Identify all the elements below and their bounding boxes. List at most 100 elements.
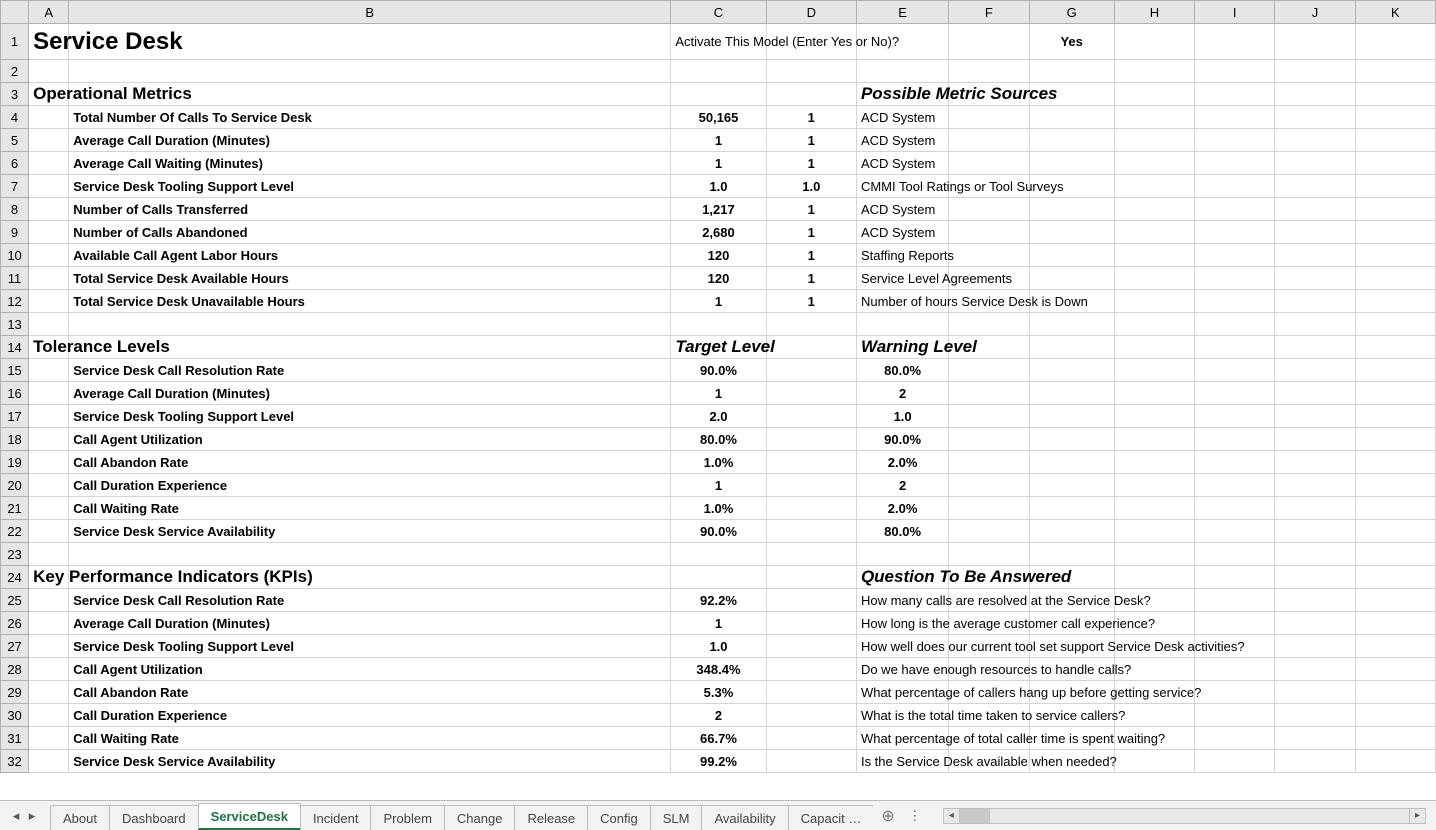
cell[interactable] <box>1114 382 1194 405</box>
kpi-question[interactable]: What is the total time taken to service … <box>856 704 948 727</box>
row-header[interactable]: 12 <box>1 290 29 313</box>
row-header[interactable]: 4 <box>1 106 29 129</box>
row-header[interactable]: 1 <box>1 24 29 60</box>
row-header[interactable]: 25 <box>1 589 29 612</box>
cell[interactable] <box>1355 221 1435 244</box>
cell[interactable] <box>1114 221 1194 244</box>
cell[interactable] <box>1355 152 1435 175</box>
cell[interactable] <box>1195 267 1275 290</box>
row-header[interactable]: 23 <box>1 543 29 566</box>
tol-target[interactable]: 2.0 <box>671 405 766 428</box>
cell[interactable] <box>1355 382 1435 405</box>
cell[interactable] <box>1029 198 1114 221</box>
cell[interactable] <box>1355 428 1435 451</box>
cell[interactable] <box>766 566 856 589</box>
cell[interactable] <box>949 129 1029 152</box>
metric-label[interactable]: Total Number Of Calls To Service Desk <box>69 106 671 129</box>
kpi-value[interactable]: 1.0 <box>671 635 766 658</box>
cell[interactable] <box>1275 589 1355 612</box>
cell[interactable] <box>1355 474 1435 497</box>
cell[interactable] <box>949 60 1029 83</box>
cell[interactable] <box>766 451 856 474</box>
cell[interactable] <box>1355 704 1435 727</box>
cell[interactable] <box>1029 543 1114 566</box>
cell[interactable] <box>1275 83 1355 106</box>
cell[interactable] <box>69 313 671 336</box>
cell[interactable] <box>1195 60 1275 83</box>
metric-value2[interactable]: 1 <box>766 198 856 221</box>
activate-prompt[interactable]: Activate This Model (Enter Yes or No)? <box>671 24 766 60</box>
cell[interactable] <box>1275 520 1355 543</box>
cell[interactable] <box>1029 152 1114 175</box>
cell[interactable] <box>29 221 69 244</box>
worksheet-area[interactable]: ABCDEFGHIJK 1Service DeskActivate This M… <box>0 0 1436 790</box>
col-header-A[interactable]: A <box>29 1 69 24</box>
cell[interactable] <box>1355 566 1435 589</box>
tol-warn[interactable]: 80.0% <box>856 359 948 382</box>
cell[interactable] <box>856 543 948 566</box>
cell[interactable] <box>1275 612 1355 635</box>
row-header[interactable]: 28 <box>1 658 29 681</box>
row-header[interactable]: 26 <box>1 612 29 635</box>
scroll-right-icon[interactable]: ▸ <box>1409 809 1425 823</box>
row-header[interactable]: 24 <box>1 566 29 589</box>
kpi-value[interactable]: 1 <box>671 612 766 635</box>
row-header[interactable]: 3 <box>1 83 29 106</box>
section-kpi[interactable]: Key Performance Indicators (KPIs) <box>29 566 69 589</box>
metric-label[interactable]: Total Service Desk Available Hours <box>69 267 671 290</box>
cell[interactable] <box>766 589 856 612</box>
sheet-tab-config[interactable]: Config <box>587 805 651 830</box>
cell[interactable] <box>29 727 69 750</box>
metric-value2[interactable]: 1 <box>766 106 856 129</box>
cell[interactable] <box>1275 543 1355 566</box>
cell[interactable] <box>1275 750 1355 773</box>
col-header-D[interactable]: D <box>766 1 856 24</box>
tol-target[interactable]: 90.0% <box>671 359 766 382</box>
row-header[interactable]: 13 <box>1 313 29 336</box>
metric-label[interactable]: Average Call Duration (Minutes) <box>69 129 671 152</box>
cell[interactable] <box>1114 152 1194 175</box>
metric-source[interactable]: ACD System <box>856 198 948 221</box>
cell[interactable] <box>1195 175 1275 198</box>
cell[interactable] <box>29 474 69 497</box>
cell[interactable] <box>1355 60 1435 83</box>
cell[interactable] <box>1355 359 1435 382</box>
kpi-label[interactable]: Call Duration Experience <box>69 704 671 727</box>
cell[interactable] <box>29 129 69 152</box>
metric-value2[interactable]: 1 <box>766 152 856 175</box>
cell[interactable] <box>1195 727 1275 750</box>
tol-label[interactable]: Service Desk Service Availability <box>69 520 671 543</box>
cell[interactable] <box>1195 750 1275 773</box>
cell[interactable] <box>1029 106 1114 129</box>
cell[interactable] <box>29 382 69 405</box>
cell[interactable] <box>1195 612 1275 635</box>
cell[interactable] <box>29 313 69 336</box>
sheet-tab-incident[interactable]: Incident <box>300 805 372 830</box>
row-header[interactable]: 21 <box>1 497 29 520</box>
cell[interactable] <box>1275 290 1355 313</box>
tol-label[interactable]: Call Abandon Rate <box>69 451 671 474</box>
tol-warn-hdr[interactable]: Warning Level <box>856 336 948 359</box>
cell[interactable] <box>1114 497 1194 520</box>
kpi-value[interactable]: 99.2% <box>671 750 766 773</box>
cell[interactable] <box>1195 497 1275 520</box>
tol-warn[interactable]: 80.0% <box>856 520 948 543</box>
cell[interactable] <box>1195 543 1275 566</box>
horizontal-scrollbar[interactable]: ◂ ▸ <box>943 808 1426 824</box>
cell[interactable] <box>1275 24 1355 60</box>
cell[interactable] <box>1195 520 1275 543</box>
cell[interactable] <box>29 543 69 566</box>
cell[interactable] <box>1114 175 1194 198</box>
metric-value[interactable]: 1,217 <box>671 198 766 221</box>
metric-value[interactable]: 50,165 <box>671 106 766 129</box>
tol-warn[interactable]: 2.0% <box>856 497 948 520</box>
metric-label[interactable]: Service Desk Tooling Support Level <box>69 175 671 198</box>
cell[interactable] <box>1355 497 1435 520</box>
cell[interactable] <box>1275 106 1355 129</box>
cell[interactable] <box>29 635 69 658</box>
cell[interactable] <box>1275 566 1355 589</box>
cell[interactable] <box>1114 24 1194 60</box>
cell[interactable] <box>1114 267 1194 290</box>
cell[interactable] <box>1195 244 1275 267</box>
cell[interactable] <box>29 589 69 612</box>
